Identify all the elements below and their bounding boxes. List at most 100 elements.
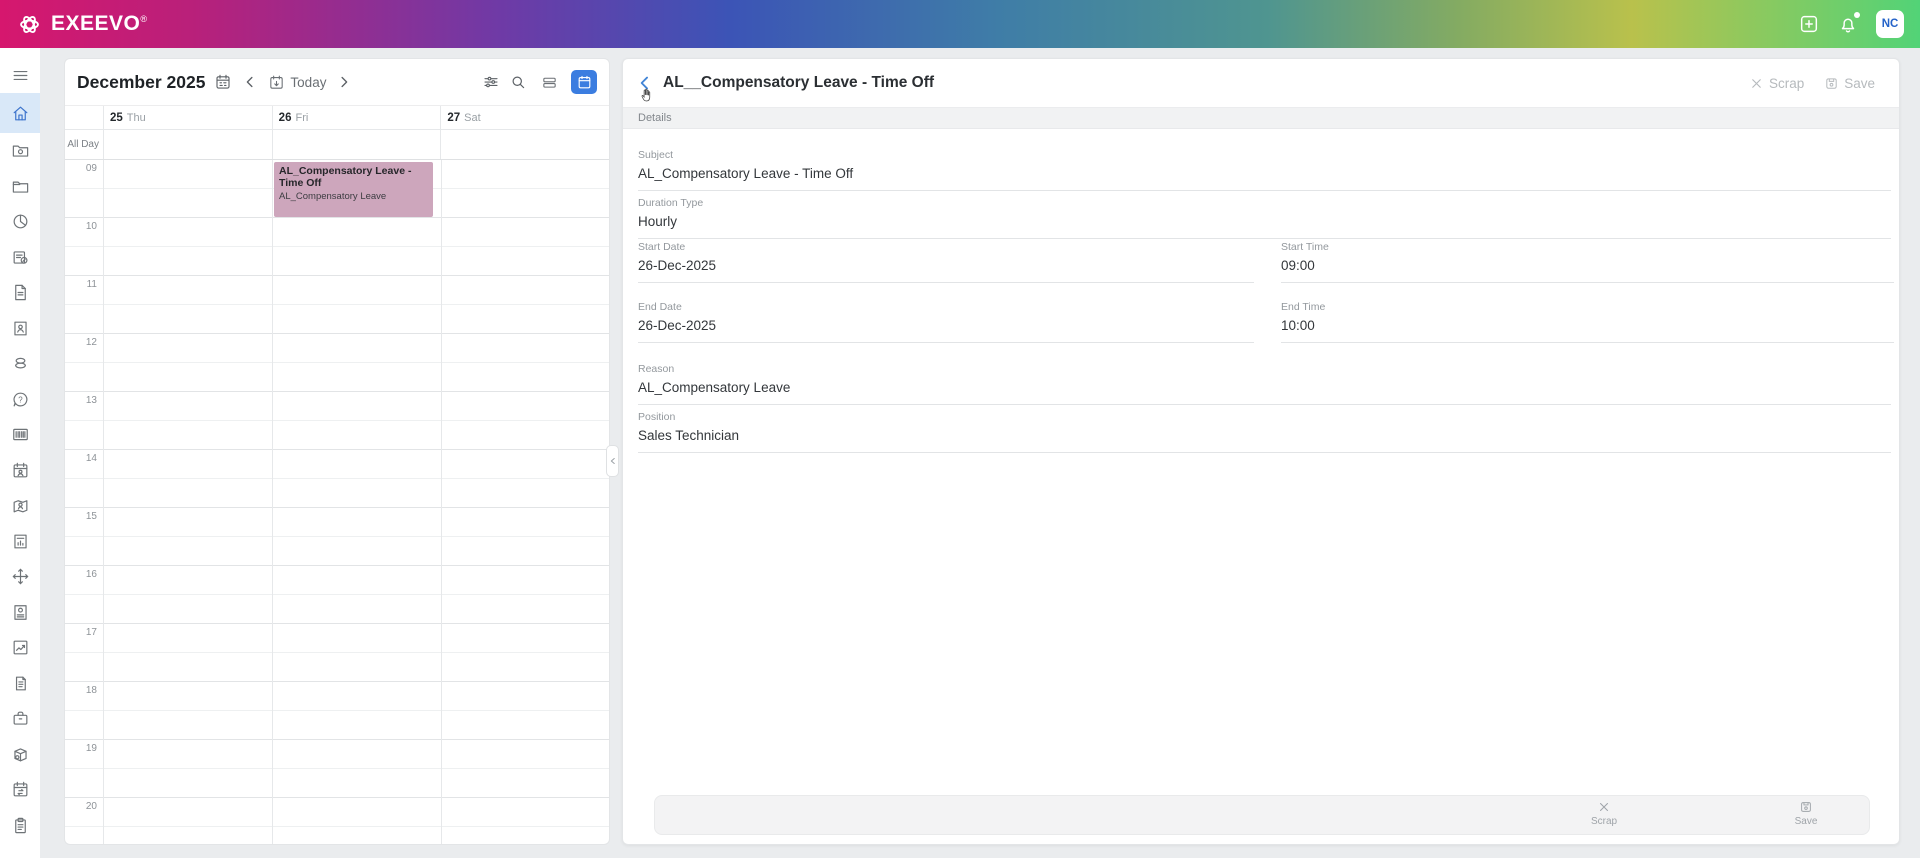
start-time-input[interactable]: 09:00: [1281, 258, 1894, 283]
contact-card-icon: [13, 321, 27, 336]
field-end-time: End Time 10:00: [1281, 301, 1894, 343]
grid-slot[interactable]: [65, 740, 609, 769]
subject-input[interactable]: AL_Compensatory Leave - Time Off: [638, 166, 1891, 191]
panel-resize-handle[interactable]: [606, 445, 619, 477]
grid-slot[interactable]: [65, 218, 609, 247]
save-button-header[interactable]: Save: [1824, 76, 1875, 91]
details-footer-bar: Scrap Save: [654, 795, 1870, 835]
sidebar-item-clipboard[interactable]: [0, 808, 40, 844]
details-tab-bar: Details: [623, 107, 1899, 129]
grid-slot[interactable]: [65, 798, 609, 827]
grid-slot[interactable]: [65, 537, 609, 566]
hour-label: 15: [85, 511, 97, 522]
grid-slot[interactable]: [65, 334, 609, 363]
start-date-input[interactable]: 26-Dec-2025: [638, 258, 1254, 283]
end-time-input[interactable]: 10:00: [1281, 318, 1894, 343]
sidebar-item-calendar-sync[interactable]: [0, 772, 40, 808]
grid-slot[interactable]: [65, 711, 609, 740]
scrap-button-footer[interactable]: Scrap: [1574, 800, 1634, 827]
left-nav-sidebar: ?: [0, 48, 40, 858]
top-app-bar: EXEEVO® NC: [0, 0, 1920, 48]
grid-slot[interactable]: [65, 653, 609, 682]
day-number: 27: [447, 111, 461, 124]
sidebar-item-calendar-user[interactable]: [0, 453, 40, 489]
end-date-input[interactable]: 26-Dec-2025: [638, 318, 1254, 343]
grid-slot[interactable]: [65, 305, 609, 334]
search-button[interactable]: [509, 73, 527, 91]
calendar-event[interactable]: AL_Compensatory Leave - Time Off AL_Comp…: [274, 162, 433, 217]
sidebar-item-barcode[interactable]: [0, 417, 40, 453]
sidebar-item-contact-card[interactable]: [0, 311, 40, 347]
grid-slot[interactable]: [65, 595, 609, 624]
agenda-view-button[interactable]: [536, 70, 562, 94]
grid-slot[interactable]: [65, 421, 609, 450]
today-button[interactable]: Today: [268, 74, 326, 91]
grid-slot[interactable]: [65, 450, 609, 479]
sidebar-item-home[interactable]: [0, 93, 40, 133]
package-settings-icon: [13, 748, 27, 762]
duration-type-input[interactable]: Hourly: [638, 214, 1891, 239]
tab-details[interactable]: Details: [638, 112, 672, 124]
calendar-view-button[interactable]: [571, 70, 597, 94]
grid-slot[interactable]: [65, 682, 609, 711]
grid-slot[interactable]: [65, 479, 609, 508]
sliders-icon: [484, 76, 498, 88]
position-input[interactable]: Sales Technician: [638, 428, 1891, 453]
sidebar-item-document-edit[interactable]: [0, 240, 40, 276]
event-title: AL_Compensatory Leave - Time Off: [279, 165, 412, 190]
hour-label: 20: [85, 801, 97, 812]
reason-input[interactable]: AL_Compensatory Leave: [638, 380, 1891, 405]
sidebar-item-report-chart[interactable]: [0, 524, 40, 560]
pills-icon: [14, 358, 26, 369]
user-avatar[interactable]: NC: [1876, 10, 1904, 38]
grid-slot[interactable]: [65, 827, 609, 844]
grid-slot[interactable]: [65, 363, 609, 392]
sidebar-item-menu[interactable]: [0, 61, 40, 89]
previous-period-button[interactable]: [241, 73, 259, 91]
day-weekday: Thu: [126, 111, 146, 124]
grid-slot[interactable]: [65, 566, 609, 595]
field-duration-type: Duration Type Hourly: [638, 197, 1891, 239]
barcode-icon: [12, 429, 28, 441]
scrap-button-header[interactable]: Scrap: [1749, 76, 1804, 91]
event-subtitle: AL_Compensatory Leave: [279, 190, 387, 202]
day-number: 26: [278, 111, 292, 124]
notifications-button[interactable]: [1837, 12, 1860, 35]
sidebar-item-folder[interactable]: [0, 169, 40, 205]
sidebar-item-document[interactable]: [0, 275, 40, 311]
receipt-icon: [15, 676, 26, 691]
sidebar-item-package-settings[interactable]: [0, 737, 40, 773]
day-header-sat[interactable]: 27 Sat: [440, 106, 609, 129]
grid-slot[interactable]: [65, 247, 609, 276]
sidebar-item-map-user[interactable]: [0, 488, 40, 524]
sidebar-item-briefcase[interactable]: [0, 701, 40, 737]
filter-button[interactable]: [482, 73, 500, 91]
grid-slot[interactable]: [65, 508, 609, 537]
sidebar-item-pills[interactable]: [0, 346, 40, 382]
calendar-panel: December 2025 Today 25 Thu 26 Fri 27 Sat…: [64, 58, 610, 845]
clipboard-icon: [14, 817, 26, 833]
calendar-toolbar: December 2025 Today: [65, 59, 609, 106]
sidebar-item-receipt[interactable]: [0, 666, 40, 702]
sidebar-item-document-settings[interactable]: [0, 595, 40, 631]
month-picker-button[interactable]: [214, 73, 232, 91]
save-button-footer[interactable]: Save: [1776, 800, 1836, 827]
notification-dot: [1854, 12, 1860, 18]
grid-slot[interactable]: [65, 624, 609, 653]
save-label: Save: [1844, 75, 1875, 91]
sidebar-item-help[interactable]: ?: [0, 382, 40, 418]
grid-slot[interactable]: [65, 392, 609, 421]
grid-slot[interactable]: [65, 276, 609, 305]
day-header-fri[interactable]: 26 Fri: [271, 106, 441, 129]
sidebar-item-pie-chart[interactable]: [0, 204, 40, 240]
event-details-panel: AL__Compensatory Leave - Time Off Scrap …: [622, 58, 1900, 845]
sidebar-item-folder-settings[interactable]: [0, 133, 40, 169]
calendar-today-icon: [270, 75, 284, 89]
next-period-button[interactable]: [335, 73, 353, 91]
add-new-button[interactable]: [1798, 13, 1820, 35]
sidebar-item-line-chart[interactable]: [0, 630, 40, 666]
x-icon: [1599, 802, 1609, 812]
day-header-thu[interactable]: 25 Thu: [103, 106, 272, 129]
grid-slot[interactable]: [65, 769, 609, 798]
sidebar-item-move[interactable]: [0, 559, 40, 595]
